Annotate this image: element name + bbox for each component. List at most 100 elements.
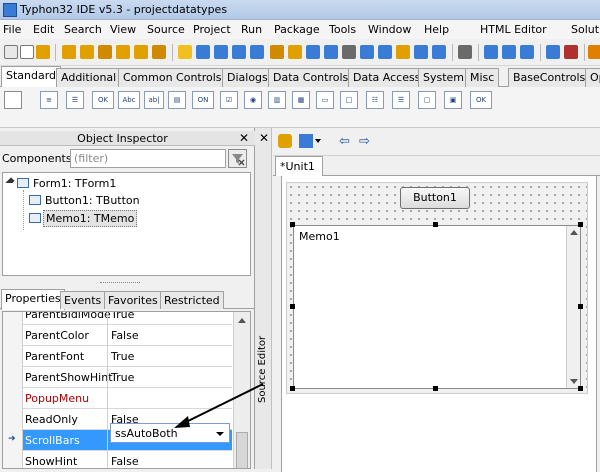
remove-file-icon[interactable] (152, 45, 166, 59)
pointer-tool-icon[interactable] (4, 91, 22, 109)
memo-component-icon[interactable]: ▤ (168, 91, 186, 109)
scroll-down-icon[interactable] (570, 379, 578, 384)
save-icon[interactable] (80, 45, 94, 59)
run-options-icon[interactable] (270, 45, 284, 59)
palette-tab-standard[interactable]: Standard (1, 66, 62, 88)
view-units-icon[interactable] (196, 45, 210, 59)
save-all-icon[interactable] (98, 45, 112, 59)
component-filter-input[interactable]: (filter) (70, 149, 226, 168)
forward-icon[interactable]: ⇨ (359, 134, 370, 149)
combobox-component-icon[interactable]: ▦ (292, 91, 310, 109)
popup-menu-component-icon[interactable]: ☰ (66, 91, 84, 109)
selection-handle[interactable] (578, 386, 583, 391)
breakpoint-icon[interactable] (458, 45, 472, 59)
menu-item-view[interactable]: View (110, 23, 136, 36)
add-file-icon[interactable] (134, 45, 148, 59)
project-inspector-icon[interactable] (306, 45, 320, 59)
pause-icon[interactable] (502, 45, 516, 59)
menu-item-html-editor[interactable]: HTML Editor (480, 23, 547, 36)
property-value[interactable]: True (111, 371, 134, 384)
form1-surface[interactable]: Button1 Memo1 (286, 182, 588, 394)
selection-handle[interactable] (290, 304, 295, 309)
palette-tab-common-controls[interactable]: Common Controls (118, 68, 227, 87)
debug-icon[interactable] (342, 45, 356, 59)
palette-tab-misc[interactable]: Misc (465, 68, 500, 87)
menu-item-package[interactable]: Package (274, 23, 320, 36)
checkbox-component-icon[interactable]: ☑ (220, 91, 238, 109)
tab-favorites[interactable]: Favorites (104, 291, 162, 309)
button1[interactable]: Button1 (400, 187, 470, 209)
property-value[interactable]: False (111, 329, 139, 342)
run-icon[interactable] (484, 45, 498, 59)
close-icon[interactable] (116, 45, 130, 59)
property-value[interactable]: True (111, 312, 134, 321)
property-value[interactable]: False (111, 455, 139, 468)
step-into-icon[interactable] (360, 45, 374, 59)
selection-handle[interactable] (578, 222, 583, 227)
stop-icon[interactable] (520, 45, 534, 59)
find-icon[interactable] (324, 45, 338, 59)
label-component-icon[interactable]: Abc (118, 91, 140, 109)
menu-item-source[interactable]: Source (147, 23, 185, 36)
selection-handle[interactable] (433, 386, 438, 391)
selection-handle[interactable] (290, 386, 295, 391)
palette-tab-op[interactable]: Op (585, 68, 600, 87)
cancel-icon[interactable] (564, 45, 578, 59)
compile-icon[interactable] (288, 45, 302, 59)
toggle-box-component-icon[interactable]: ON (192, 91, 214, 109)
menu-item-search[interactable]: Search (64, 23, 102, 36)
property-row[interactable]: ShowHint False (23, 451, 232, 468)
toggle-form-icon[interactable] (232, 45, 246, 59)
help-icon[interactable] (432, 45, 446, 59)
tab-events[interactable]: Events (60, 291, 106, 309)
new-file-icon[interactable] (4, 45, 18, 59)
menu-item-soluti[interactable]: Soluti (571, 23, 600, 36)
view-forms-icon[interactable] (214, 45, 228, 59)
open-package-icon[interactable] (62, 45, 76, 59)
windows-icon[interactable] (396, 45, 410, 59)
tree-item-memo1[interactable]: Memo1: TMemo (43, 210, 138, 227)
radiogroup-component-icon[interactable]: ☷ (366, 91, 384, 109)
palette-tab-system[interactable]: System (418, 68, 470, 87)
palette-tab-data-controls[interactable]: Data Controls (268, 68, 354, 87)
close-icon[interactable]: ✕ (259, 131, 269, 145)
memo1[interactable]: Memo1 (293, 225, 581, 389)
menu-item-edit[interactable]: Edit (33, 23, 54, 36)
palette-tab-dialogs[interactable]: Dialogs (222, 68, 273, 87)
panel-component-icon[interactable]: ▢ (418, 91, 436, 109)
checkgroup-component-icon[interactable]: ☰ (392, 91, 410, 109)
step-over-icon[interactable] (378, 45, 392, 59)
tree-item-form1[interactable]: Form1: TForm1 (33, 177, 116, 190)
selection-handle[interactable] (290, 222, 295, 227)
property-row[interactable]: ParentFont True (23, 346, 232, 367)
button-component-icon[interactable]: OK (92, 91, 114, 109)
open-icon[interactable] (36, 45, 50, 59)
menu-item-tools[interactable]: Tools (329, 23, 356, 36)
groupbox-component-icon[interactable]: □ (340, 91, 358, 109)
main-menu-component-icon[interactable]: ≡ (40, 91, 58, 109)
back-icon[interactable]: ⇦ (339, 134, 350, 149)
palette-tab-additional[interactable]: Additional (56, 68, 122, 87)
clear-filter-icon[interactable] (228, 149, 247, 168)
scroll-up-icon[interactable] (570, 230, 578, 235)
layout-icon[interactable] (414, 45, 428, 59)
palette-tab-basecontrols[interactable]: BaseControls (508, 68, 591, 87)
hand-icon[interactable] (278, 134, 292, 148)
tab-unit1[interactable]: *Unit1 (275, 156, 323, 176)
selection-handle[interactable] (433, 222, 438, 227)
tools-icon[interactable] (546, 45, 560, 59)
tab-properties[interactable]: Properties (1, 289, 65, 310)
scroll-thumb[interactable] (236, 432, 248, 468)
tab-restricted[interactable]: Restricted (160, 291, 224, 309)
chevron-down-icon[interactable] (315, 139, 321, 143)
property-row[interactable]: ParentBidiMode True (23, 312, 232, 325)
property-row[interactable]: ParentColor False (23, 325, 232, 346)
new-form-icon[interactable] (20, 45, 34, 59)
splitter[interactable] (100, 282, 140, 286)
jump-icon[interactable] (299, 134, 313, 148)
options-icon[interactable] (588, 45, 600, 59)
scroll-up-icon[interactable] (238, 318, 246, 323)
selection-handle[interactable] (578, 304, 583, 309)
radio-button-component-icon[interactable]: ◉ (244, 91, 262, 109)
listbox-component-icon[interactable]: ▥ (268, 91, 286, 109)
